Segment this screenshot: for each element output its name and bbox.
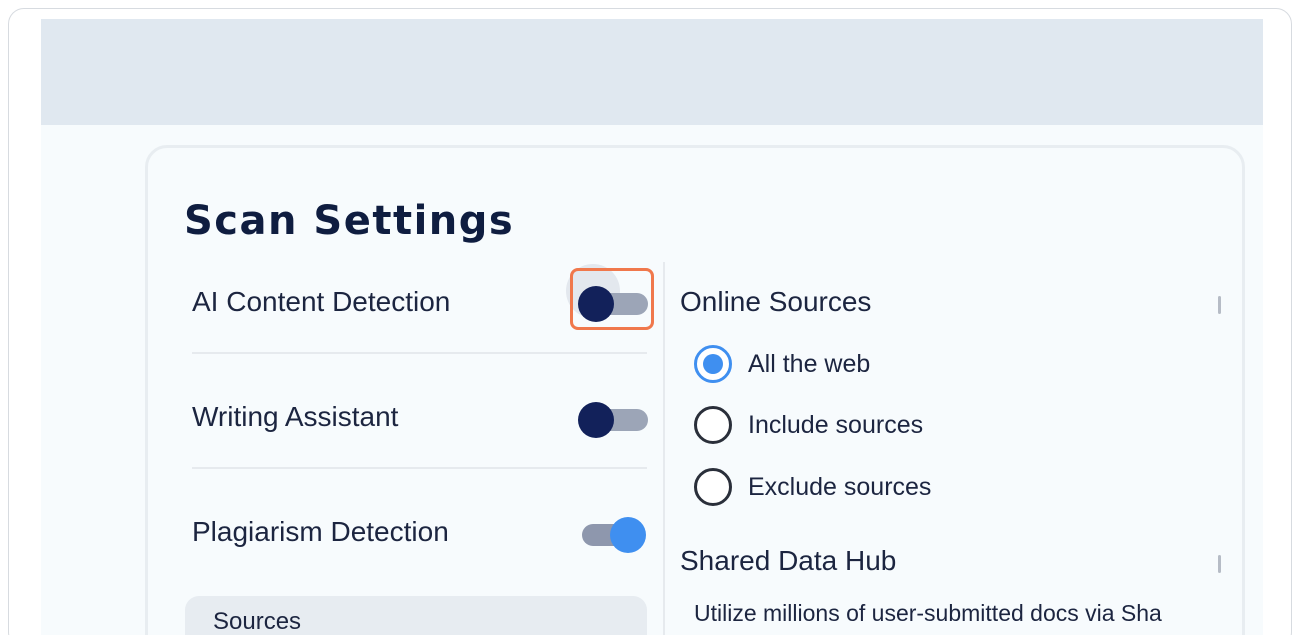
radio-button[interactable] [694,345,732,383]
plagiarism-detection-toggle[interactable] [574,517,646,553]
writing-assistant-label: Writing Assistant [192,401,399,432]
radio-label: All the web [748,349,871,378]
online-sources-title: Online Sources [680,286,872,317]
writing-assistant-toggle[interactable] [578,402,648,438]
edge-mark [1218,296,1221,314]
radio-include-sources[interactable]: Include sources [694,406,923,444]
radio-button[interactable] [694,406,732,444]
sources-label: Sources [213,608,302,635]
plagiarism-detection-label: Plagiarism Detection [192,516,449,547]
ai-content-detection-label: AI Content Detection [192,286,451,317]
radio-all-the-web[interactable]: All the web [694,345,870,383]
divider [192,352,647,354]
shared-data-hub-description: Utilize millions of user-submitted docs … [694,600,1162,626]
radio-button[interactable] [694,468,732,506]
toggle-knob [578,402,614,438]
toggle-knob [610,517,646,553]
divider [192,467,647,469]
page-title: Scan Settings [184,198,515,244]
top-banner [41,19,1263,125]
radio-label: Exclude sources [748,472,932,501]
radio-exclude-sources[interactable]: Exclude sources [694,468,931,506]
radio-label: Include sources [748,410,924,439]
shared-data-hub-title: Shared Data Hub [680,545,897,576]
highlight-box [570,268,654,330]
column-divider [663,262,665,635]
sources-section[interactable]: Sources [185,596,647,635]
edge-mark [1218,555,1221,573]
